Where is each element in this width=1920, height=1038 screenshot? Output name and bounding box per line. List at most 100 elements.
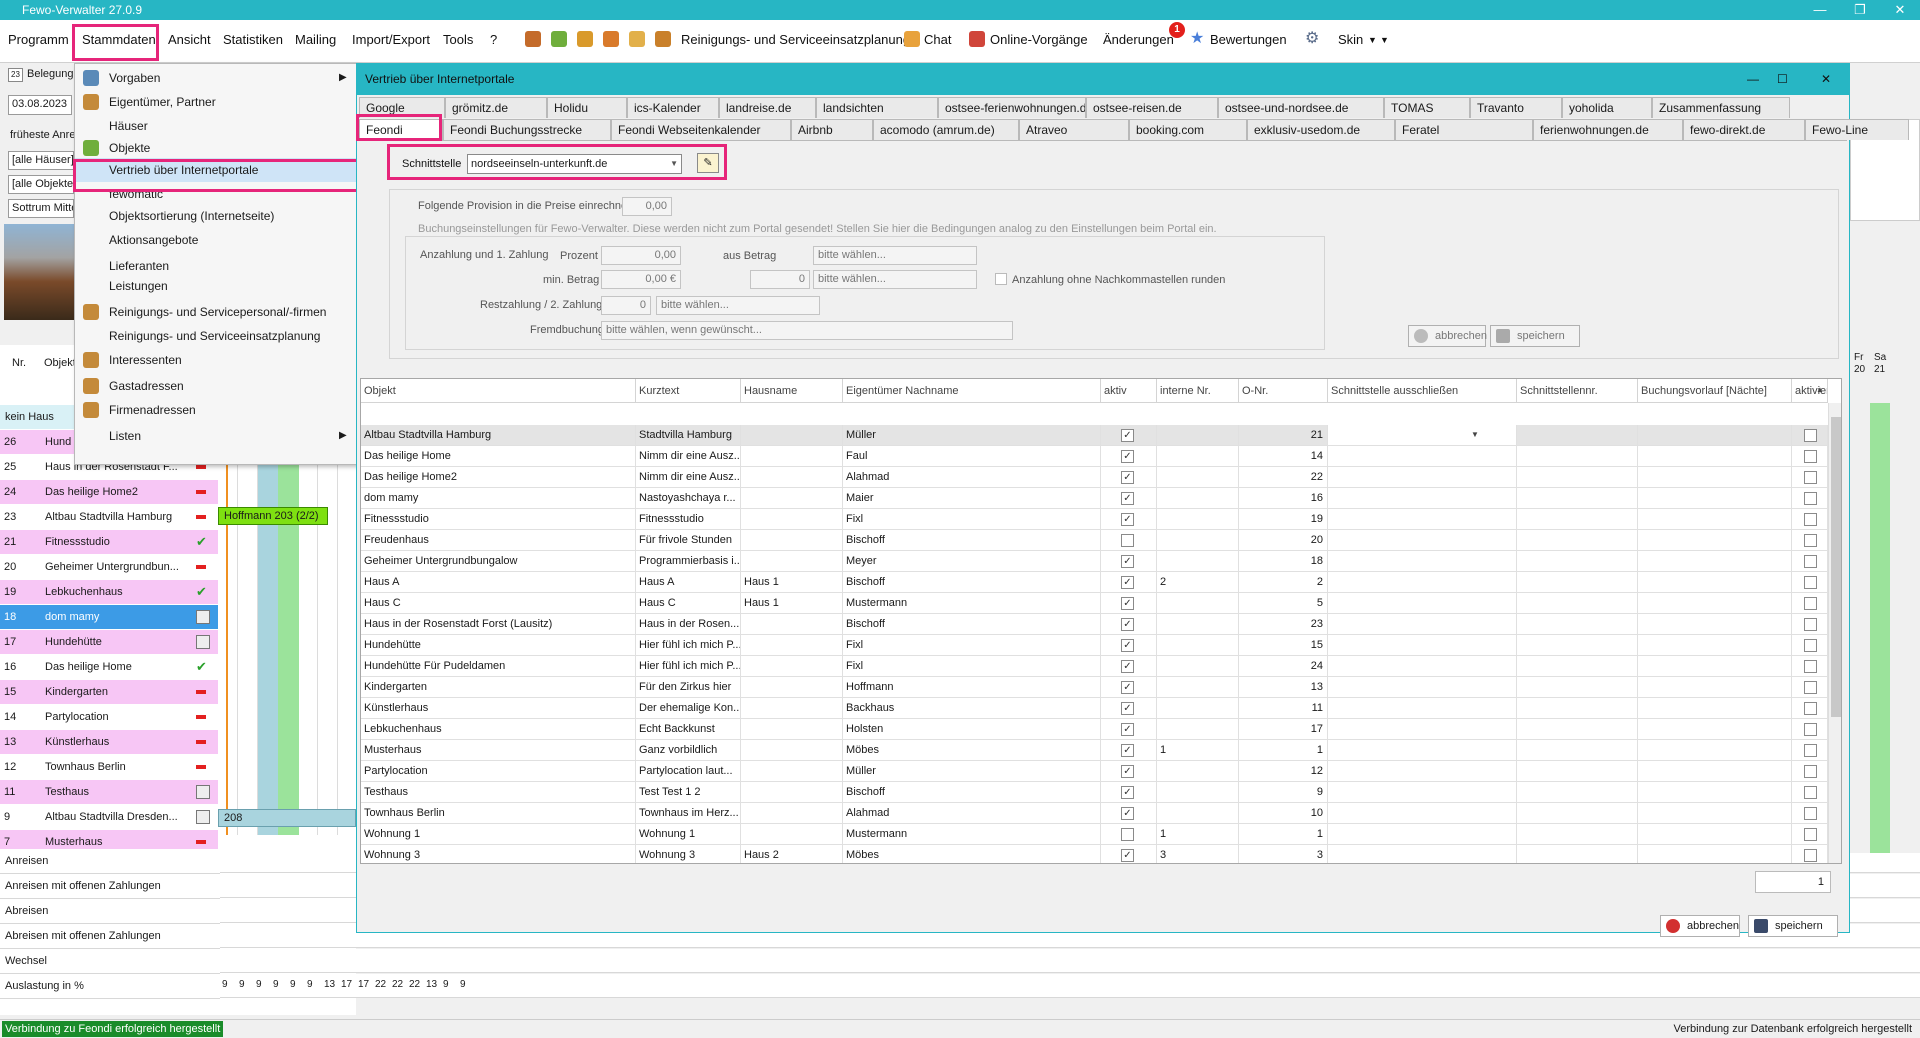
tab-row1-5[interactable]: landsichten (816, 97, 938, 118)
aktivieren-checkbox[interactable] (1804, 576, 1817, 589)
aktiv-checkbox[interactable]: ✓ (1121, 786, 1134, 799)
cell-empty[interactable] (1517, 824, 1638, 844)
tab-row2-5[interactable]: Atraveo (1019, 119, 1129, 140)
cell-empty[interactable] (1638, 572, 1792, 592)
object-filter[interactable]: [alle Objekte (8, 175, 74, 194)
cell-empty[interactable] (1517, 593, 1638, 613)
online-icon[interactable] (969, 31, 985, 47)
home-icon[interactable] (551, 31, 567, 47)
tab-row1-6[interactable]: ostsee-ferienwohnungen.de (938, 97, 1086, 118)
cell-empty[interactable] (1517, 488, 1638, 508)
occupancy-row[interactable]: 19 Lebkuchenhaus ✔ (0, 580, 218, 605)
aktivieren-checkbox[interactable] (1804, 639, 1817, 652)
aenderungen-button[interactable]: Änderungen (1103, 32, 1174, 47)
aus-betrag-select[interactable]: bitte wählen... (813, 246, 977, 265)
aktivieren-checkbox[interactable] (1804, 534, 1817, 547)
cell-empty[interactable] (1328, 782, 1517, 802)
tab-row1-0[interactable]: Google (359, 97, 445, 118)
online-vorgaenge-button[interactable]: Online-Vorgänge (990, 32, 1088, 47)
cell-empty[interactable] (1328, 845, 1517, 863)
menu-ansicht[interactable]: Ansicht (168, 32, 211, 47)
booking-bar[interactable]: 208 (218, 809, 356, 827)
table-row[interactable]: Altbau Stadtvilla Hamburg Stadtvilla Hamb… (361, 425, 1828, 446)
aktivieren-checkbox[interactable] (1804, 555, 1817, 568)
tab-row2-3[interactable]: Airbnb (791, 119, 873, 140)
cell-empty[interactable] (1517, 551, 1638, 571)
table-row[interactable]: Kindergarten Für den Zirkus hier Hoffmann ✓… (361, 677, 1828, 698)
abbrechen-button[interactable]: abbrechen (1408, 325, 1487, 347)
tab-row2-6[interactable]: booking.com (1129, 119, 1247, 140)
menu-item-7[interactable]: Aktionsangebote (75, 228, 357, 252)
prozent-input[interactable]: 0,00 (601, 246, 681, 265)
calendar-icon[interactable]: 23 (8, 68, 23, 82)
cell-empty[interactable] (1517, 572, 1638, 592)
cell-empty[interactable] (1328, 509, 1517, 529)
tab-row2-10[interactable]: fewo-direkt.de (1683, 119, 1805, 140)
cell-empty[interactable] (1517, 614, 1638, 634)
occupancy-row[interactable]: 23 Altbau Stadtvilla Hamburg (0, 505, 218, 530)
cell-empty[interactable] (1638, 845, 1792, 863)
aktivieren-checkbox[interactable] (1804, 828, 1817, 841)
column-header[interactable]: Objekt (361, 379, 636, 403)
aktiv-checkbox[interactable]: ✓ (1121, 513, 1134, 526)
column-header[interactable]: Kurztext (636, 379, 741, 403)
cell-empty[interactable] (1328, 425, 1517, 445)
aktiv-checkbox[interactable]: ✓ (1121, 597, 1134, 610)
cell-empty[interactable] (1638, 740, 1792, 760)
menu-import-export[interactable]: Import/Export (352, 32, 430, 47)
cell-empty[interactable] (1517, 635, 1638, 655)
menu-item-2[interactable]: Häuser (75, 114, 357, 138)
cell-empty[interactable] (1638, 425, 1792, 445)
cell-empty[interactable] (1517, 803, 1638, 823)
edit-icon[interactable]: ✎ (697, 153, 719, 173)
cell-empty[interactable] (1638, 635, 1792, 655)
tab-row2-2[interactable]: Feondi Webseitenkalender (611, 119, 791, 140)
person-icon[interactable] (603, 31, 619, 47)
schnittstelle-select[interactable]: nordseeinseln-unterkunft.de ▼ (467, 154, 682, 174)
aktivieren-checkbox[interactable] (1804, 681, 1817, 694)
cell-empty[interactable] (1517, 467, 1638, 487)
table-row[interactable]: Freudenhaus Für frivole Stunden Bischoff 20 (361, 530, 1828, 551)
restzahlung-stepper[interactable]: 0 (601, 296, 651, 315)
star-icon[interactable]: ★ (1190, 31, 1206, 47)
person-icon[interactable] (577, 31, 593, 47)
aktivieren-checkbox[interactable] (1804, 786, 1817, 799)
speichern-button[interactable]: speichern (1490, 325, 1580, 347)
min-betrag-select[interactable]: bitte wählen... (813, 270, 977, 289)
table-row[interactable]: dom mamy Nastoyashchaya r... Maier ✓ 16 (361, 488, 1828, 509)
booking-bar[interactable]: Hoffmann 203 (2/2) (218, 507, 328, 525)
maximize-icon[interactable]: ❐ (1840, 0, 1880, 20)
aktiv-checkbox[interactable]: ✓ (1121, 660, 1134, 673)
table-row[interactable]: Testhaus Test Test 1 2 Bischoff ✓ 9 (361, 782, 1828, 803)
menu-item-6[interactable]: Objektsortierung (Internetseite) (75, 204, 357, 228)
cell-empty[interactable] (1328, 614, 1517, 634)
occupancy-row[interactable]: 12 Townhaus Berlin (0, 755, 218, 780)
cell-empty[interactable] (1328, 572, 1517, 592)
aktiv-checkbox[interactable]: ✓ (1121, 849, 1134, 862)
table-scrollbar[interactable] (1828, 403, 1841, 863)
occupancy-row[interactable]: 13 Künstlerhaus (0, 730, 218, 755)
dialog-abbrechen-button[interactable]: abbrechen (1660, 915, 1740, 937)
restzahlung-select[interactable]: bitte wählen... (656, 296, 820, 315)
aktivieren-checkbox[interactable] (1804, 471, 1817, 484)
cell-empty[interactable] (1517, 782, 1638, 802)
cell-empty[interactable] (1638, 698, 1792, 718)
occupancy-row[interactable]: 11 Testhaus (0, 780, 218, 805)
location-filter[interactable]: Sottrum Mitte (8, 199, 74, 218)
cell-empty[interactable] (1328, 719, 1517, 739)
occupancy-row[interactable]: 9 Altbau Stadtvilla Dresden... (0, 805, 218, 830)
column-header[interactable]: Schnittstelle ausschließen (1328, 379, 1517, 403)
cell-empty[interactable] (1517, 740, 1638, 760)
cell-empty[interactable] (1517, 698, 1638, 718)
occupancy-row[interactable]: 20 Geheimer Untergrundbun... (0, 555, 218, 580)
table-row[interactable]: Haus in der Rosenstadt Forst (Lausitz) Ha… (361, 614, 1828, 635)
cell-empty[interactable] (1328, 761, 1517, 781)
chat-button[interactable]: Chat (924, 32, 951, 47)
aktiv-checkbox[interactable]: ✓ (1121, 576, 1134, 589)
column-header[interactable]: aktiv (1101, 379, 1157, 403)
aktivieren-checkbox[interactable] (1804, 723, 1817, 736)
occupancy-row[interactable]: 14 Partylocation (0, 705, 218, 730)
aktivieren-checkbox[interactable] (1804, 849, 1817, 862)
cell-empty[interactable] (1638, 593, 1792, 613)
menu-item-0[interactable]: Vorgaben (75, 66, 357, 90)
